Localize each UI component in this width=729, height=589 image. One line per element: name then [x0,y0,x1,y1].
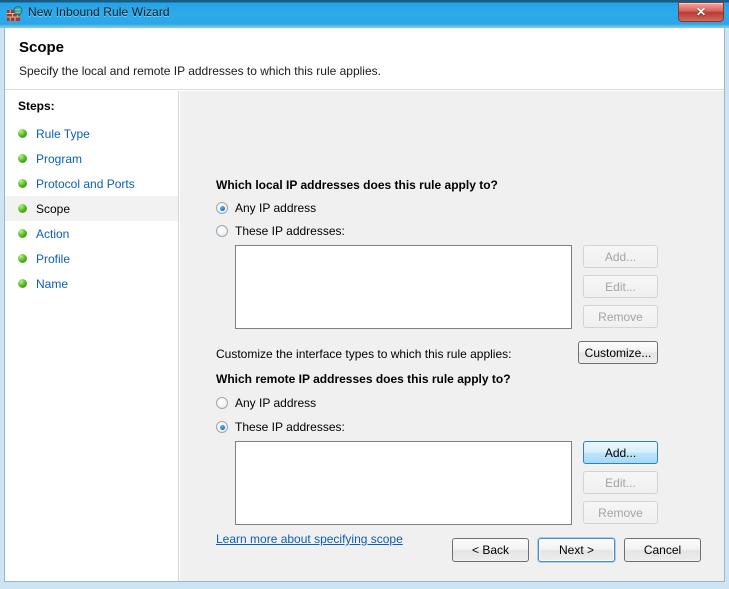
page-header: Scope Specify the local and remote IP ad… [5,28,724,90]
sidebar-item-rule-type[interactable]: Rule Type [5,121,178,146]
interface-types-label: Customize the interface types to which t… [216,347,512,361]
step-bullet-icon [18,154,27,163]
sidebar-item-name[interactable]: Name [5,271,178,296]
sidebar-item-label: Profile [36,251,71,266]
step-bullet-icon [18,254,27,263]
steps-list: Rule Type Program Protocol and Ports Sco… [5,121,178,296]
sidebar-item-label: Name [36,276,69,291]
local-ip-listbox[interactable] [235,245,572,329]
page-subtitle: Specify the local and remote IP addresse… [19,64,381,78]
step-bullet-icon [18,179,27,188]
client-area: Scope Specify the local and remote IP ad… [4,28,725,582]
sidebar-item-program[interactable]: Program [5,146,178,171]
sidebar-item-label: Program [36,151,83,166]
step-bullet-icon [18,129,27,138]
firewall-icon [7,6,23,22]
local-these-ip-radio[interactable]: These IP addresses: [216,224,345,238]
learn-more-link[interactable]: Learn more about specifying scope [216,532,403,546]
cancel-button[interactable]: Cancel [624,538,701,562]
remote-any-ip-radio[interactable]: Any IP address [216,396,316,410]
sidebar-item-scope[interactable]: Scope [5,196,178,221]
wizard-window: New Inbound Rule Wizard ✕ Scope Specify … [0,0,729,589]
local-add-button[interactable]: Add... [583,245,658,268]
back-button[interactable]: < Back [452,538,529,562]
close-icon: ✕ [695,5,707,19]
next-button[interactable]: Next > [538,538,615,562]
local-ip-heading: Which local IP addresses does this rule … [216,178,498,192]
radio-icon [216,421,228,433]
customize-button[interactable]: Customize... [578,341,658,364]
remote-these-ip-radio[interactable]: These IP addresses: [216,420,345,434]
sidebar-item-protocol-and-ports[interactable]: Protocol and Ports [5,171,178,196]
remote-edit-button[interactable]: Edit... [583,471,658,494]
sidebar-item-label: Action [36,226,70,241]
local-edit-button[interactable]: Edit... [583,275,658,298]
radio-icon [216,397,228,409]
remote-ip-listbox[interactable] [235,441,572,525]
sidebar-item-label: Rule Type [36,126,90,141]
remote-any-ip-label: Any IP address [235,396,317,410]
local-remove-button[interactable]: Remove [583,305,658,328]
sidebar-item-label: Protocol and Ports [36,176,135,191]
sidebar-item-label: Scope [36,201,71,216]
local-any-ip-label: Any IP address [235,201,317,215]
close-button[interactable]: ✕ [678,2,724,22]
local-these-ip-label: These IP addresses: [235,224,345,238]
steps-heading: Steps: [18,99,55,113]
step-bullet-icon [18,204,27,213]
sidebar-item-profile[interactable]: Profile [5,246,178,271]
sidebar-item-action[interactable]: Action [5,221,178,246]
step-bullet-icon [18,279,27,288]
main-pane: Which local IP addresses does this rule … [180,91,724,581]
remote-add-button[interactable]: Add... [583,441,658,464]
window-title: New Inbound Rule Wizard [28,5,170,19]
remote-ip-heading: Which remote IP addresses does this rule… [216,372,511,386]
remote-remove-button[interactable]: Remove [583,501,658,524]
step-bullet-icon [18,229,27,238]
steps-sidebar: Steps: Rule Type Program Protocol and Po… [5,91,179,581]
page-title: Scope [19,39,65,56]
radio-icon [216,202,228,214]
radio-icon [216,225,228,237]
title-bar: New Inbound Rule Wizard ✕ [0,0,729,28]
local-any-ip-radio[interactable]: Any IP address [216,201,316,215]
remote-these-ip-label: These IP addresses: [235,420,345,434]
